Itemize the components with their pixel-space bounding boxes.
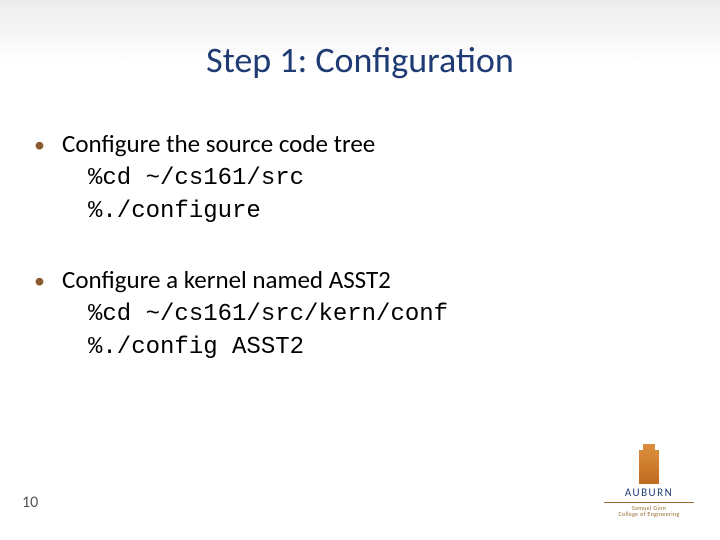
bullet-item: • Configure the source code tree xyxy=(34,128,680,159)
slide-title: Step 1: Configuration xyxy=(0,38,720,82)
bullet-text: Configure the source code tree xyxy=(62,128,375,159)
logo-name: AUBURN xyxy=(604,486,694,499)
code-line: %cd ~/cs161/src/kern/conf xyxy=(88,299,680,331)
logo-divider xyxy=(604,502,694,503)
slide: Step 1: Configuration • Configure the so… xyxy=(0,0,720,540)
bullet-dot-icon: • xyxy=(34,268,62,294)
slide-content: • Configure the source code tree %cd ~/c… xyxy=(34,128,680,400)
code-line: %./config ASST2 xyxy=(88,332,680,364)
bullet-text: Configure a kernel named ASST2 xyxy=(62,264,391,295)
logo-subtitle-2: College of Engineering xyxy=(604,511,694,518)
code-line: %cd ~/cs161/src xyxy=(88,163,680,195)
university-logo: AUBURN Samuel Ginn College of Engineerin… xyxy=(604,450,694,518)
code-block: %cd ~/cs161/src/kern/conf %./config ASST… xyxy=(88,299,680,364)
page-number: 10 xyxy=(22,493,38,512)
bullet-dot-icon: • xyxy=(34,132,62,158)
tower-icon xyxy=(639,450,659,484)
bullet-item: • Configure a kernel named ASST2 xyxy=(34,264,680,295)
code-block: %cd ~/cs161/src %./configure xyxy=(88,163,680,228)
code-line: %./configure xyxy=(88,196,680,228)
